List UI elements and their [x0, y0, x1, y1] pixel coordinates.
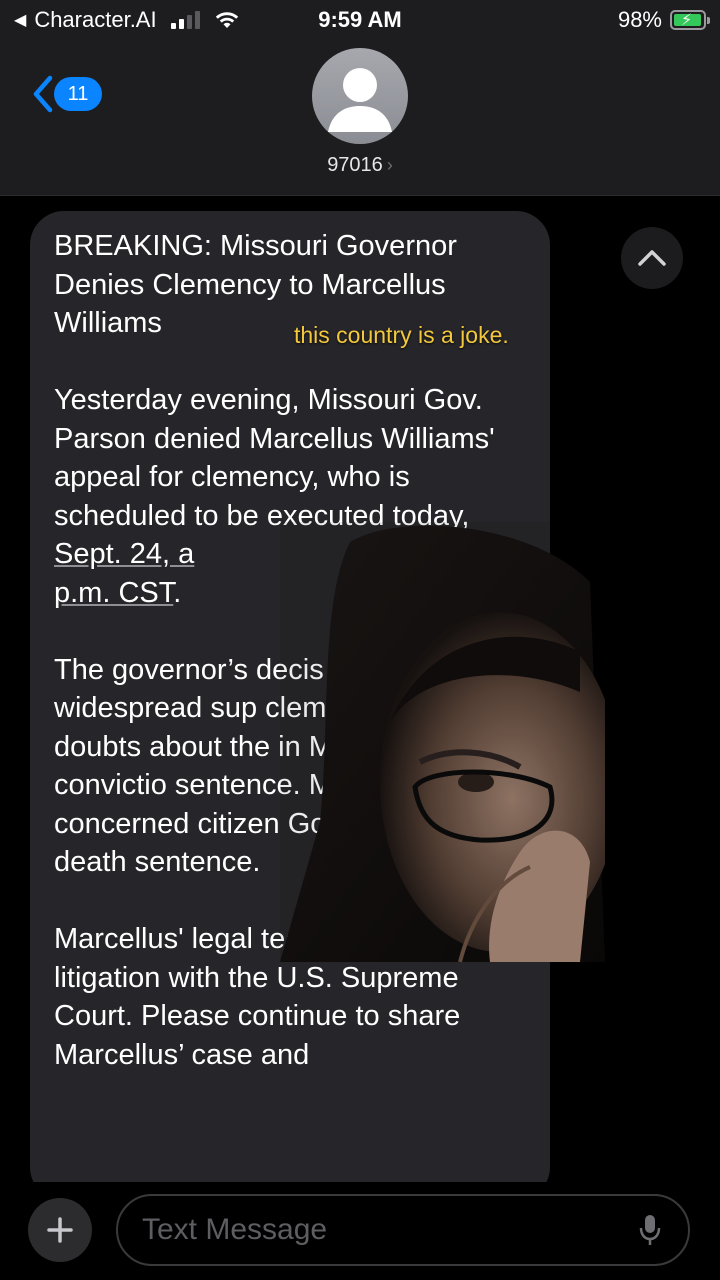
chevron-left-icon: [33, 75, 53, 113]
date-link[interactable]: Sept. 24, a: [54, 538, 194, 570]
chevron-right-icon: ›: [386, 155, 393, 175]
microphone-icon[interactable]: [638, 1213, 662, 1247]
status-time: 9:59 AM: [318, 7, 402, 32]
messages-screen: ◀ Character.AI 9:59 AM 98% ⚡ 11 97016 › …: [0, 0, 720, 1280]
contact-avatar[interactable]: [312, 48, 408, 144]
person-icon: [328, 68, 392, 132]
scroll-up-button[interactable]: [621, 227, 683, 289]
status-bar: ◀ Character.AI 9:59 AM 98% ⚡: [0, 0, 720, 40]
apps-plus-button[interactable]: [28, 1198, 92, 1262]
unread-count-badge: 11: [54, 77, 102, 111]
charging-bolt-icon: ⚡: [681, 12, 693, 29]
battery-icon: ⚡: [670, 10, 710, 30]
conversation-header: 11 97016 ›: [0, 40, 720, 196]
message-input-placeholder: Text Message: [142, 1213, 328, 1246]
chevron-up-icon: [638, 250, 666, 266]
time-link[interactable]: p.m. CST: [54, 577, 173, 609]
camera-overlay-face: [280, 522, 605, 962]
contact-name[interactable]: 97016 ›: [0, 154, 720, 177]
plus-icon: [47, 1217, 73, 1243]
battery-percent: 98%: [617, 7, 662, 32]
video-caption: this country is a joke.: [294, 322, 509, 348]
compose-bar: Text Message: [0, 1182, 720, 1280]
message-list[interactable]: BREAKING: Missouri Governor Denies Cleme…: [0, 197, 720, 1182]
message-input[interactable]: Text Message: [116, 1194, 690, 1266]
back-button[interactable]: 11: [30, 74, 102, 114]
